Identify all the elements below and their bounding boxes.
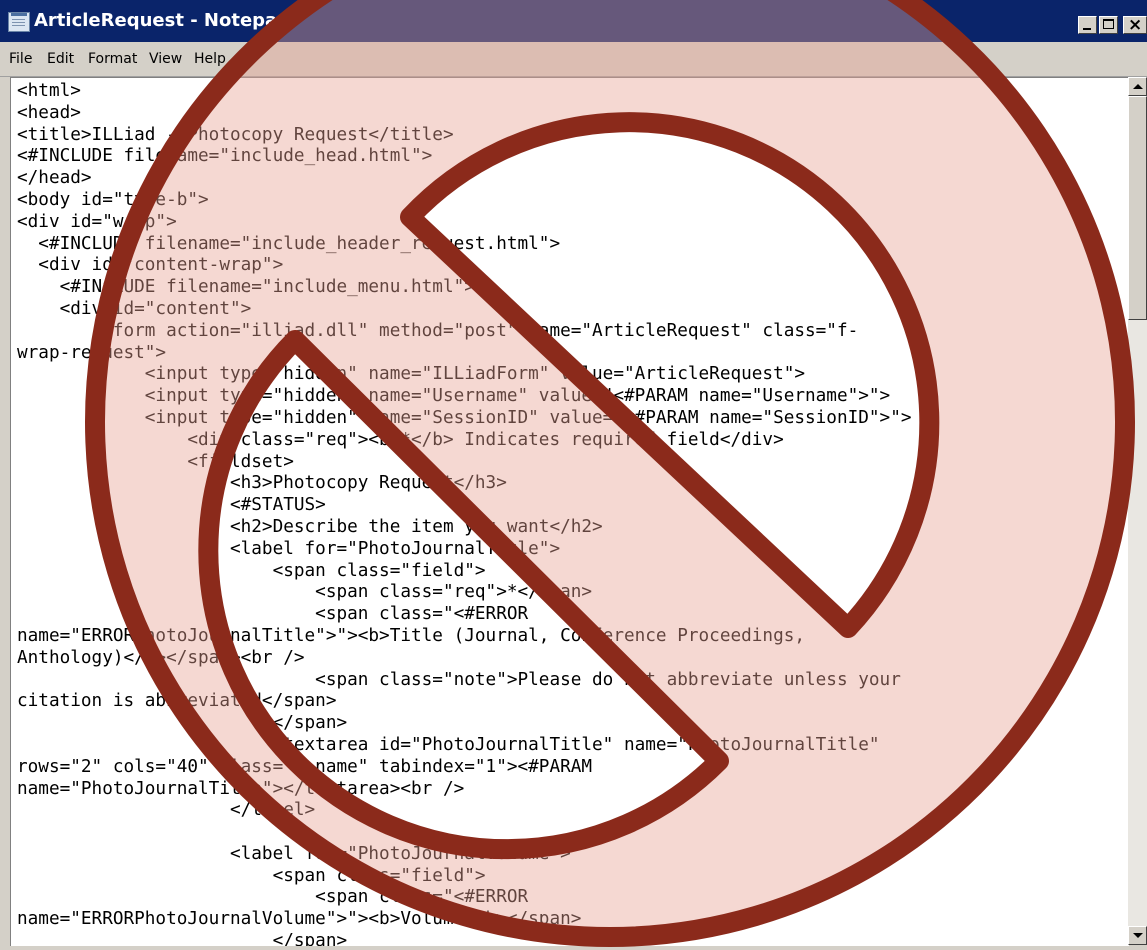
- menu-file[interactable]: File: [9, 51, 32, 67]
- title-bar[interactable]: ArticleRequest - Notepad ×: [0, 0, 1147, 42]
- code-line: <textarea id="PhotoJournalTitle" name="P…: [17, 734, 880, 755]
- code-line: <label for="PhotoJournalVolume">: [17, 843, 571, 864]
- code-line: <span class="note">Please do not abbrevi…: [17, 669, 901, 690]
- code-line: <div id="wrap">: [17, 211, 177, 232]
- menu-view[interactable]: View: [149, 51, 182, 67]
- scroll-thumb[interactable]: [1128, 96, 1147, 320]
- code-line: name="ERRORPhotoJournalTitle">"><b>Title…: [17, 625, 806, 646]
- notepad-icon: [8, 12, 30, 32]
- code-line: <form action="illiad.dll" method="post" …: [17, 320, 859, 341]
- code-line: <h2>Describe the item you want</h2>: [17, 516, 603, 537]
- notepad-window: ArticleRequest - Notepad × File Edit For…: [0, 0, 1147, 950]
- scroll-up-button[interactable]: [1128, 77, 1147, 96]
- minimize-button[interactable]: [1078, 16, 1097, 34]
- code-line: <input type="hidden" name="SessionID" va…: [17, 407, 912, 428]
- code-line: <div id="content">: [17, 298, 252, 319]
- code-line: <div id="content-wrap">: [17, 255, 284, 276]
- menu-help[interactable]: Help: [194, 51, 226, 67]
- vertical-scrollbar[interactable]: [1128, 77, 1147, 945]
- code-line: <input type="hidden" name="Username" val…: [17, 386, 891, 407]
- window-title: ArticleRequest - Notepad: [34, 10, 291, 31]
- arrow-down-icon: [1133, 933, 1143, 938]
- code-line: </span>: [17, 713, 348, 734]
- code-line: <#INCLUDE filename="include_head.html">: [17, 146, 433, 167]
- menu-edit[interactable]: Edit: [47, 51, 74, 67]
- code-line: <h3>Photocopy Request</h3>: [17, 473, 507, 494]
- code-line: </label>: [17, 800, 316, 821]
- close-button[interactable]: ×: [1123, 15, 1147, 35]
- code-line: <title>ILLiad - Photocopy Request</title…: [17, 124, 454, 145]
- maximize-button[interactable]: [1099, 16, 1118, 34]
- code-line: </span>: [17, 931, 348, 946]
- code-line: </head>: [17, 168, 92, 189]
- code-line: <fieldset>: [17, 451, 294, 472]
- code-line: Anthology)</b></span><br />: [17, 647, 305, 668]
- code-text: <html> <head> <title>ILLiad - Photocopy …: [17, 81, 912, 946]
- code-line: rows="2" cols="40" class="f-name" tabind…: [17, 756, 593, 777]
- arrow-up-icon: [1133, 84, 1143, 89]
- code-line: <span class="field">: [17, 865, 486, 886]
- code-line: <#STATUS>: [17, 495, 326, 516]
- code-line: <head>: [17, 102, 81, 123]
- text-editor[interactable]: <html> <head> <title>ILLiad - Photocopy …: [10, 77, 1129, 946]
- close-icon: ×: [1128, 15, 1143, 35]
- minimize-icon: [1083, 28, 1091, 30]
- code-line: <html>: [17, 81, 81, 101]
- scroll-down-button[interactable]: [1128, 926, 1147, 945]
- code-line: <div class="req"><b>*</b> Indicates requ…: [17, 429, 784, 450]
- code-line: <#INCLUDE filename="include_header_reque…: [17, 233, 561, 254]
- code-line: <#INCLUDE filename="include_menu.html">: [17, 277, 475, 298]
- code-line: <span class="<#ERROR: [17, 604, 529, 625]
- code-line: <label for="PhotoJournalTitle">: [17, 538, 561, 559]
- maximize-icon: [1103, 19, 1114, 29]
- code-line: <body id="type-b">: [17, 189, 209, 210]
- code-line: name="ERRORPhotoJournalVolume">"><b>Volu…: [17, 909, 582, 930]
- code-line: <input type="hidden" name="ILLiadForm" v…: [17, 364, 806, 385]
- code-line: <span class="field">: [17, 560, 486, 581]
- code-line: citation is abbreviated</span>: [17, 691, 337, 712]
- code-line: <span class="<#ERROR: [17, 887, 529, 908]
- menu-bar: File Edit Format View Help: [0, 42, 1147, 77]
- code-line: name="PhotoJournalTitle"></textarea><br …: [17, 778, 465, 799]
- menu-format[interactable]: Format: [88, 51, 137, 67]
- code-line: <span class="req">*</span>: [17, 582, 593, 603]
- code-line: wrap-request">: [17, 342, 167, 363]
